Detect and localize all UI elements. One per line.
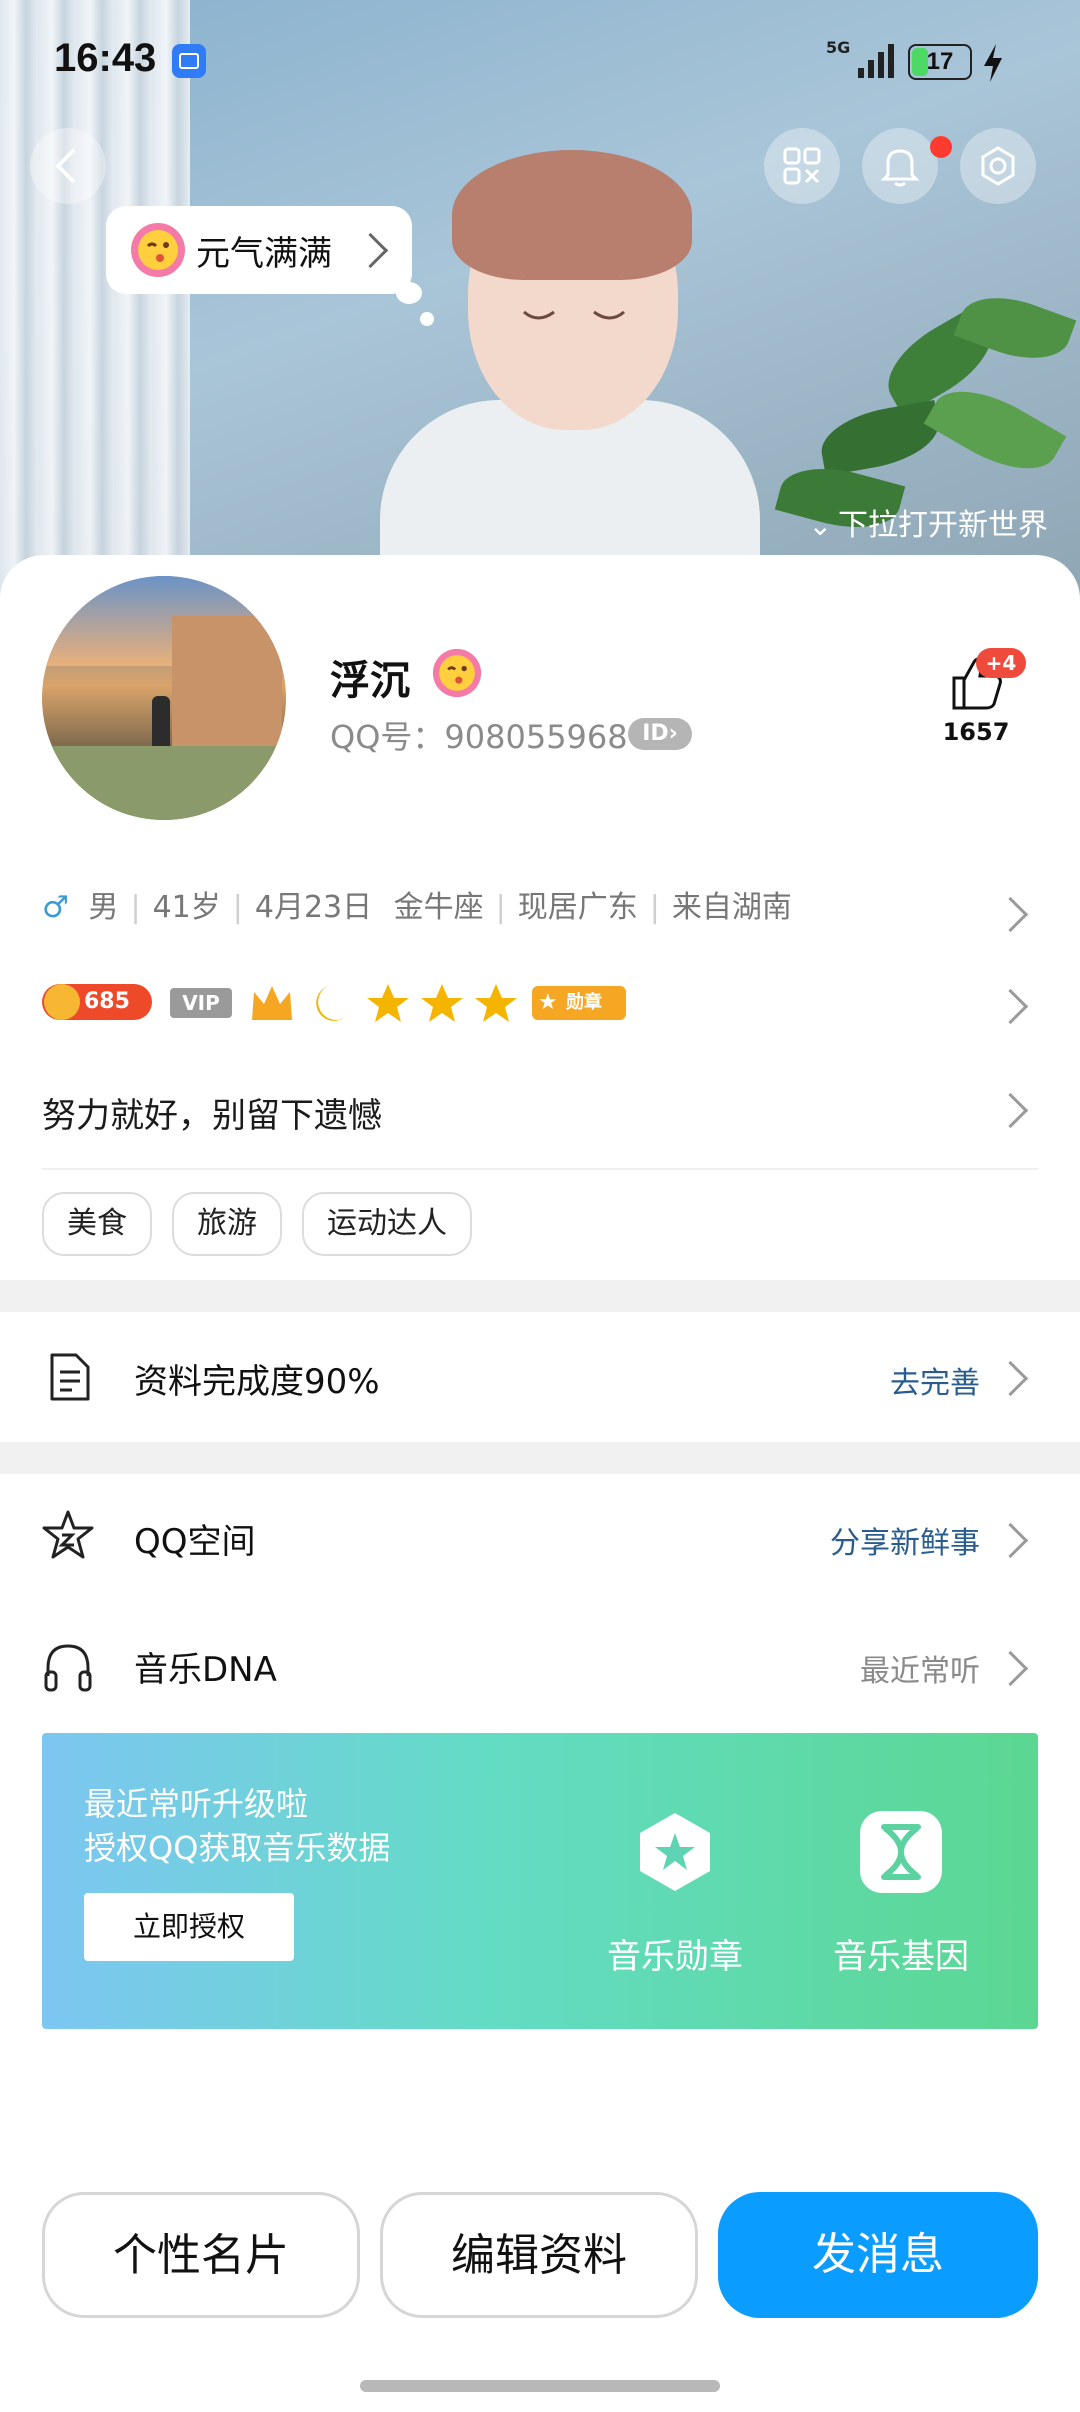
bubble-tail [396, 282, 422, 304]
id-badge-text: ID [642, 721, 669, 746]
avatar[interactable] [42, 576, 286, 820]
mood-emoji-icon [131, 223, 185, 277]
charging-icon [984, 44, 1002, 82]
settings-button[interactable] [960, 128, 1036, 204]
bubble-tail-small [420, 312, 434, 326]
section-gap [0, 1280, 1080, 1312]
divider [42, 1168, 1038, 1170]
chevron-right-icon [352, 232, 389, 269]
info-location: 现居广东 [517, 890, 638, 925]
status-bar: 16:43 5G 17 [0, 0, 1080, 120]
music-gene-label: 音乐基因 [833, 1937, 969, 1977]
pull-down-hint-text: 下拉打开新世界 [838, 508, 1048, 543]
info-zodiac: 金牛座 [393, 890, 484, 925]
qq-number[interactable]: QQ号：908055968 [330, 712, 628, 758]
coin-level-badge: 685 [42, 984, 152, 1020]
likes-increment-badge: +4 [976, 648, 1026, 678]
qq-number-value: 908055968 [444, 718, 628, 756]
chevron-right-icon [992, 1360, 1029, 1397]
edit-profile-button[interactable]: 编辑资料 [380, 2192, 698, 2318]
battery-level: 17 [926, 48, 954, 75]
music-card-line1: 最近常听升级啦 [84, 1785, 309, 1823]
document-icon [50, 1353, 90, 1401]
medal-badge: ★ 勋章 [532, 986, 626, 1020]
music-card-line2: 授权QQ获取音乐数据 [84, 1829, 391, 1867]
music-medal-icon[interactable] [632, 1809, 718, 1895]
qzone-label: QQ空间 [134, 1522, 256, 1562]
profile-completion-row[interactable]: 资料完成度90% 去完善 [0, 1312, 1080, 1440]
qq-label: QQ号： [330, 718, 445, 756]
completion-action: 去完善 [890, 1366, 980, 1401]
tag-chip[interactable]: 运动达人 [302, 1192, 472, 1256]
headphones-icon [44, 1644, 92, 1692]
likes-count: 1657 [942, 718, 1010, 746]
battery-icon: 17 [908, 44, 972, 80]
status-time: 16:43 [54, 36, 157, 80]
chevron-right-icon [992, 1522, 1029, 1559]
avatar-figure-eyes [523, 310, 625, 320]
medal-star-icon: ★ [538, 990, 558, 1015]
tag-chip[interactable]: 旅游 [172, 1192, 282, 1256]
info-hometown: 来自湖南 [671, 890, 792, 925]
info-birthday: 4月23日 [254, 890, 373, 925]
signal-icon [858, 44, 894, 78]
authorize-button[interactable]: 立即授权 [84, 1893, 294, 1961]
avatar-ground [42, 746, 286, 820]
network-type: 5G [826, 38, 851, 57]
profile-name-text: 浮沉 [330, 658, 410, 704]
music-dna-label: 音乐DNA [134, 1650, 277, 1690]
app-indicator-icon [172, 44, 206, 78]
male-icon: ♂ [42, 890, 69, 925]
gear-icon [981, 146, 1015, 186]
mood-emoji-icon [432, 648, 482, 698]
chevron-right-icon [992, 1650, 1029, 1687]
music-medal-label: 音乐勋章 [607, 1937, 743, 1977]
notification-dot [930, 136, 952, 158]
vip-badge: VIP [170, 988, 232, 1018]
tag-chip[interactable]: 美食 [42, 1192, 152, 1256]
qzone-star-icon [42, 1510, 94, 1559]
send-message-button[interactable]: 发消息 [718, 2192, 1038, 2318]
info-age: 41岁 [152, 890, 221, 925]
info-gender: 男 [88, 890, 119, 925]
notification-button[interactable] [862, 128, 938, 204]
level-icons [252, 984, 517, 1022]
music-authorize-card: 最近常听升级啦 授权QQ获取音乐数据 立即授权 音乐勋章 音乐基因 [42, 1733, 1038, 2029]
medal-badge-text: 勋章 [566, 992, 602, 1013]
music-dna-action: 最近常听 [860, 1654, 980, 1689]
mood-status-bubble[interactable]: 元气满满 [106, 206, 412, 294]
double-chevron-down-icon: ⌄ [808, 509, 832, 542]
home-indicator[interactable] [360, 2380, 720, 2392]
music-gene-icon[interactable] [858, 1809, 944, 1895]
badges-row[interactable]: 685 VIP ★ 勋章 [42, 980, 1038, 1026]
qzone-action: 分享新鲜事 [830, 1526, 980, 1561]
qr-code-button[interactable] [764, 128, 840, 204]
profile-name: 浮沉 [330, 648, 410, 706]
qr-code-icon [783, 147, 821, 185]
mood-label: 元气满满 [196, 234, 332, 274]
signature-text[interactable]: 努力就好，别留下遗憾 [42, 1088, 382, 1137]
back-arrow-icon [55, 148, 76, 184]
profile-card-button[interactable]: 个性名片 [42, 2192, 360, 2318]
back-button[interactable] [30, 128, 106, 204]
avatar-figure-hair [452, 150, 692, 280]
bell-icon [880, 149, 920, 187]
qzone-row[interactable]: QQ空间 分享新鲜事 [0, 1474, 1080, 1604]
id-badge[interactable]: ID› [628, 718, 692, 750]
personal-info-row[interactable]: ♂ 男 | 41岁 | 4月23日 金牛座 | 现居广东 | 来自湖南 [42, 882, 792, 926]
completion-label: 资料完成度90% [134, 1362, 380, 1402]
pull-down-hint: ⌄ 下拉打开新世界 [809, 500, 1048, 544]
music-dna-row[interactable]: 音乐DNA 最近常听 [0, 1604, 1080, 1732]
section-gap [0, 1442, 1080, 1474]
